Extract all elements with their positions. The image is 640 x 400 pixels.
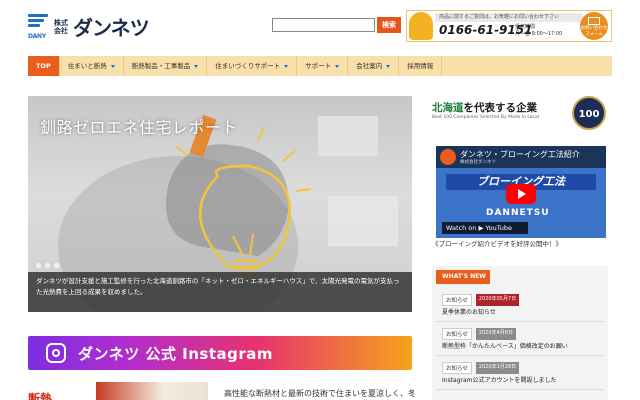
news-date: 2020年05月7日	[475, 294, 520, 306]
instagram-icon	[46, 343, 66, 363]
logo-mark-icon: DANY	[28, 13, 50, 40]
nav-item[interactable]: サポート	[297, 56, 349, 76]
video-caption: 《ブローイング紹介ビデオを好評公開中！》	[432, 240, 562, 248]
best100-title-highlight: 北海道	[432, 102, 464, 114]
hero-slider[interactable]: 釧路ゼロエネ住宅レポート ダンネツが設計支援と施工監修を行った北海道釧路市の「ネ…	[28, 96, 412, 312]
nav-item[interactable]: TOP	[28, 56, 60, 76]
video-title-bar: ダンネツ・ブローイング工法紹介 株式会社ダンネツ	[436, 146, 606, 168]
nav-item-label: 住まいづくりサポート	[215, 62, 281, 70]
whats-new-heading: WHAT'S NEW	[436, 270, 490, 284]
channel-avatar[interactable]	[440, 149, 456, 165]
slider-dots[interactable]	[36, 263, 59, 268]
instagram-banner[interactable]: ダンネツ 公式 Instagram	[28, 336, 412, 370]
dannetsu-badge: 断熱	[28, 392, 53, 400]
chevron-down-icon	[335, 64, 340, 68]
news-category: お知らせ	[442, 328, 472, 340]
best100-subtitle: Best 100 Companies Selected By Made In L…	[432, 115, 540, 120]
phone-contact-banner[interactable]: 商品に関するご質問は、お気軽にお問い合わせ下さい 0166-61-9151 受付…	[406, 10, 612, 42]
news-category: お知らせ	[442, 294, 472, 306]
logo-mark-text: DANY	[28, 32, 46, 40]
watch-on-youtube-button[interactable]: Watch on ▶ YouTube	[442, 222, 528, 234]
news-tags: お知らせ 2020年4月8日	[442, 328, 516, 340]
news-date: 2020年1月28日	[475, 362, 520, 374]
product-photo[interactable]	[96, 382, 208, 400]
best100-title: 北海道を代表する企業	[432, 100, 537, 115]
logo-company-name: ダンネツ	[73, 16, 150, 40]
news-item[interactable]: お知らせ 2020年05月7日 夏季休業のお知らせ	[436, 288, 604, 322]
slider-dot[interactable]	[54, 263, 59, 268]
nav-item-label: 住まいと断熱	[67, 62, 107, 70]
nav-item[interactable]: 断熱製品・工事製品	[124, 56, 208, 76]
slider-dot[interactable]	[36, 263, 41, 268]
news-title[interactable]: 断熱型枠「かんたんベース」価格改定のお願い	[442, 341, 568, 350]
mail-form-label: お問い合わせフォーム	[580, 26, 608, 37]
news-item[interactable]: お知らせ 2020年4月8日 断熱型枠「かんたんベース」価格改定のお願い	[436, 322, 604, 356]
best100-title-rest: を代表する企業	[463, 102, 538, 114]
best100-banner[interactable]: 北海道を代表する企業 Best 100 Companies Selected B…	[432, 96, 608, 130]
page: DANY 株式会社 ダンネツ 検索 商品に関するご質問は、お気軽にお問い合わせ下…	[0, 0, 640, 400]
whats-new-panel: WHAT'S NEW お知らせ 2020年05月7日 夏季休業のお知らせ お知らせ 20…	[432, 266, 608, 400]
search-input[interactable]	[272, 18, 375, 32]
news-category: お知らせ	[442, 362, 472, 374]
phone-hours-label: 受付時間	[515, 24, 536, 30]
news-title[interactable]: 夏季休業のお知らせ	[442, 307, 496, 316]
nav-item-label: 断熱製品・工事製品	[131, 62, 191, 70]
chevron-down-icon	[284, 64, 289, 68]
site-logo[interactable]: DANY 株式会社 ダンネツ	[28, 12, 150, 41]
site-header: DANY 株式会社 ダンネツ 検索 商品に関するご質問は、お気軽にお問い合わせ下…	[0, 0, 640, 52]
nav-item[interactable]: 会社案内	[348, 56, 400, 76]
news-item[interactable]: お知らせ 2020年1月28日 Instagram公式アカウントを開設しました	[436, 356, 604, 390]
phone-hours-value: 月～金 9:00～17:00	[515, 31, 563, 37]
mascot-icon	[409, 12, 433, 40]
intro-text: 高性能な断熱材と最新の技術で住まいを夏涼しく、冬	[224, 389, 414, 398]
video-brand-text: DANNETSU	[486, 208, 550, 218]
envelope-icon	[588, 17, 600, 25]
video-channel: 株式会社ダンネツ	[460, 160, 496, 165]
youtube-video-embed[interactable]: ダンネツ・ブローイング工法紹介 株式会社ダンネツ ブローイング工法 DANNET…	[436, 146, 606, 238]
instagram-label: ダンネツ 公式 Instagram	[78, 344, 274, 363]
slider-dot[interactable]	[45, 263, 50, 268]
best100-badge-icon: 100	[572, 96, 606, 130]
play-icon[interactable]	[506, 184, 536, 204]
hero-caption: ダンネツが設計支援と施工監修を行った北海道釧路市の「ネット・ゼロ・エネルギーハウ…	[28, 272, 412, 312]
search-button[interactable]: 検索	[377, 17, 401, 33]
nav-item[interactable]: 住まいづくりサポート	[207, 56, 298, 76]
nav-item[interactable]: 採用情報	[399, 56, 443, 76]
nav-item-label: 採用情報	[407, 62, 434, 70]
news-tags: お知らせ 2020年05月7日	[442, 294, 520, 306]
nav-item-label: 会社案内	[356, 62, 383, 70]
phone-banner-note: 商品に関するご質問は、お気軽にお問い合わせ下さい	[435, 13, 583, 22]
divider	[436, 389, 604, 390]
logo-company-type: 株式会社	[54, 18, 68, 35]
news-date: 2020年4月8日	[475, 328, 516, 340]
mail-form-button[interactable]: お問い合わせフォーム	[580, 12, 608, 40]
news-title[interactable]: Instagram公式アカウントを開設しました	[442, 375, 557, 384]
nav-item[interactable]: 住まいと断熱	[60, 56, 124, 76]
hero-title: 釧路ゼロエネ住宅レポート	[40, 118, 239, 137]
news-tags: お知らせ 2020年1月28日	[442, 362, 520, 374]
phone-hours: 受付時間 月～金 9:00～17:00	[515, 24, 562, 38]
chevron-down-icon	[386, 64, 391, 68]
nav-item-label: サポート	[305, 62, 332, 70]
chevron-down-icon	[110, 64, 115, 68]
chevron-down-icon	[194, 64, 199, 68]
main-nav: TOP 住まいと断熱 断熱製品・工事製品 住まいづくりサポート サポート 会社案内 採用情報	[28, 56, 612, 76]
nav-item-label: TOP	[36, 62, 51, 70]
